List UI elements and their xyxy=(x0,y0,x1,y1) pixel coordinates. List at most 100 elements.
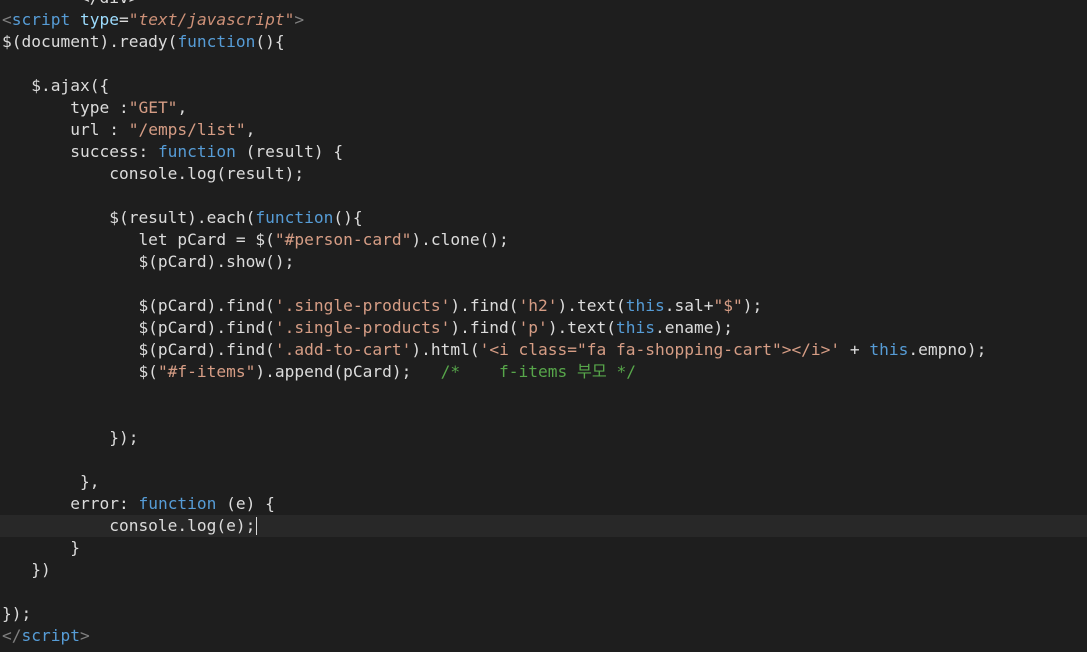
code-token: console.log(e); xyxy=(2,516,256,535)
code-token: '.add-to-cart' xyxy=(274,340,412,359)
code-token: url : xyxy=(2,120,129,139)
code-token: ).find( xyxy=(450,296,519,315)
code-token: (){ xyxy=(255,32,285,51)
code-line[interactable]: </div> xyxy=(2,0,1087,9)
code-token: ).html( xyxy=(411,340,480,359)
code-token: "text/javascript" xyxy=(128,10,295,29)
code-token: $.ajax({ xyxy=(2,76,110,95)
code-token: script xyxy=(21,626,80,645)
code-token: + xyxy=(840,340,870,359)
code-token: "$" xyxy=(713,296,743,315)
code-token: > xyxy=(79,626,90,645)
code-token: '.single-products' xyxy=(274,318,451,337)
code-line[interactable]: $(document).ready(function(){ xyxy=(2,31,1087,53)
code-area[interactable]: </div><script type="text/javascript">$(d… xyxy=(0,0,1087,652)
code-line[interactable] xyxy=(2,273,1087,295)
code-token: }, xyxy=(2,472,100,491)
code-token: this xyxy=(625,296,665,315)
code-line[interactable] xyxy=(2,405,1087,427)
code-line[interactable]: error: function (e) { xyxy=(2,493,1087,515)
code-token: </ xyxy=(2,626,22,645)
code-token: (result) { xyxy=(235,142,344,161)
code-token: function xyxy=(138,494,217,513)
code-line[interactable]: }, xyxy=(2,471,1087,493)
code-line[interactable]: }); xyxy=(2,603,1087,625)
code-token: } xyxy=(2,538,80,557)
code-line[interactable]: $(result).each(function(){ xyxy=(2,207,1087,229)
code-token: "#person-card" xyxy=(274,230,412,249)
code-line[interactable]: }); xyxy=(2,427,1087,449)
code-token: function xyxy=(255,208,334,227)
code-token: }); xyxy=(2,428,139,447)
code-token: ................... xyxy=(2,648,343,652)
code-token: .sal+ xyxy=(664,296,714,315)
code-line[interactable]: let pCard = $("#person-card").clone(); xyxy=(2,229,1087,251)
code-token: this xyxy=(616,318,656,337)
code-token: .empno); xyxy=(908,340,987,359)
code-token: $(pCard).show(); xyxy=(2,252,295,271)
code-line[interactable]: $(pCard).find('.single-products').find('… xyxy=(2,295,1087,317)
code-line[interactable]: } xyxy=(2,537,1087,559)
code-token: "#f-items" xyxy=(157,362,256,381)
code-line[interactable]: }) xyxy=(2,559,1087,581)
code-token: '<i class="fa fa-shopping-cart"></i>' xyxy=(479,340,841,359)
code-token: ).text( xyxy=(557,296,626,315)
code-token: 'h2' xyxy=(518,296,558,315)
code-line[interactable]: $.ajax({ xyxy=(2,75,1087,97)
code-token: $(document).ready( xyxy=(2,32,178,51)
code-line[interactable]: <script type="text/javascript"> xyxy=(2,9,1087,31)
code-token: /* f-items 부모 */ xyxy=(440,362,637,381)
code-token: .ename); xyxy=(655,318,733,337)
code-token: $(pCard).find( xyxy=(2,296,275,315)
code-token: }) xyxy=(2,560,51,579)
code-line[interactable]: type :"GET", xyxy=(2,97,1087,119)
code-token: = xyxy=(118,10,129,29)
code-token: console.log(result); xyxy=(2,164,305,183)
code-token: "/emps/list" xyxy=(128,120,246,139)
code-token: success: xyxy=(2,142,158,161)
code-line[interactable]: $(pCard).show(); xyxy=(2,251,1087,273)
code-line[interactable]: $(pCard).find('.add-to-cart').html('<i c… xyxy=(2,339,1087,361)
code-line[interactable]: $(pCard).find('.single-products').find('… xyxy=(2,317,1087,339)
code-token: function xyxy=(157,142,236,161)
code-line[interactable]: </script> xyxy=(2,625,1087,647)
code-token: $( xyxy=(2,362,158,381)
code-token: < xyxy=(2,10,12,29)
text-caret xyxy=(256,517,258,535)
code-token: '.single-products' xyxy=(274,296,451,315)
code-token: $(pCard).find( xyxy=(2,318,275,337)
code-line[interactable] xyxy=(2,449,1087,471)
code-token: > xyxy=(294,10,305,29)
code-token: "GET" xyxy=(128,98,178,117)
code-token: }); xyxy=(2,604,32,623)
code-editor[interactable]: </div><script type="text/javascript">$(d… xyxy=(0,0,1087,652)
code-line[interactable]: $("#f-items").append(pCard); /* f-items … xyxy=(2,361,1087,383)
code-line[interactable]: success: function (result) { xyxy=(2,141,1087,163)
code-token: this xyxy=(869,340,909,359)
code-token: 'p' xyxy=(518,318,548,337)
code-token: </div> xyxy=(2,0,139,7)
code-line[interactable] xyxy=(2,383,1087,405)
code-token: , xyxy=(245,120,256,139)
code-token: ).text( xyxy=(547,318,617,337)
code-token: (e) { xyxy=(216,494,275,513)
code-token: (){ xyxy=(333,208,363,227)
code-line[interactable] xyxy=(2,581,1087,603)
code-line[interactable]: console.log(result); xyxy=(2,163,1087,185)
code-line[interactable]: ................... xyxy=(2,647,1087,652)
code-line[interactable] xyxy=(2,53,1087,75)
code-token: ).find( xyxy=(450,318,519,337)
code-token: ).append(pCard); xyxy=(255,362,441,381)
code-token: , xyxy=(177,98,188,117)
code-token: $(result).each( xyxy=(2,208,256,227)
code-token: script xyxy=(11,10,71,29)
code-line[interactable] xyxy=(2,185,1087,207)
code-token: $(pCard).find( xyxy=(2,340,275,359)
code-line[interactable]: url : "/emps/list", xyxy=(2,119,1087,141)
code-token: let pCard = $( xyxy=(2,230,275,249)
code-line-current[interactable]: console.log(e); xyxy=(0,515,1087,537)
code-token: type xyxy=(70,10,119,29)
code-token: type : xyxy=(2,98,129,117)
code-token: error: xyxy=(2,494,139,513)
code-token: function xyxy=(177,32,256,51)
